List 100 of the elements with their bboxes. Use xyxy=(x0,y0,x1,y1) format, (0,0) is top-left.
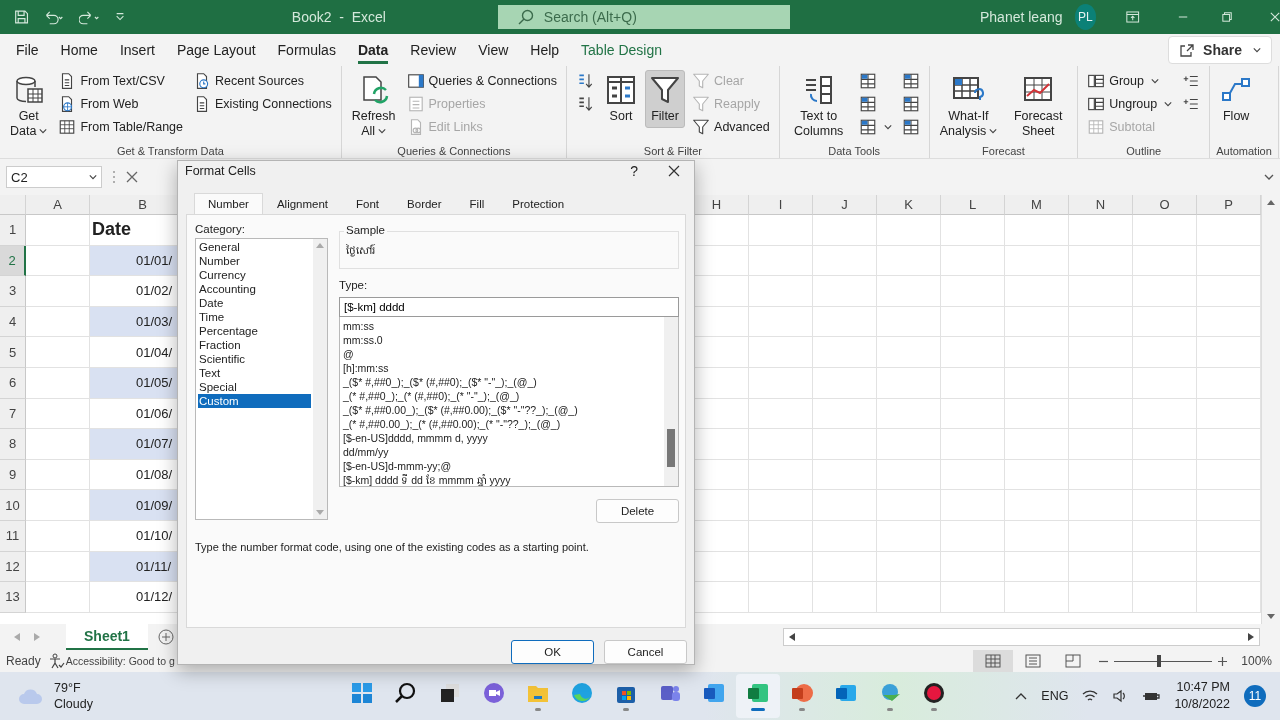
table-cell[interactable] xyxy=(1069,306,1133,338)
clock-date[interactable]: 10/8/2022 xyxy=(1174,696,1230,713)
zoom-thumb[interactable] xyxy=(1156,655,1161,667)
scroll-thumb[interactable] xyxy=(667,429,675,467)
restore-icon[interactable] xyxy=(1221,11,1232,23)
table-cell[interactable] xyxy=(1133,429,1197,460)
expand-icon[interactable] xyxy=(1264,172,1274,182)
format-item[interactable]: mm:ss.0 xyxy=(343,333,661,347)
table-cell[interactable] xyxy=(813,520,877,552)
category-list[interactable]: General Number Currency Accounting Date Time Percentage Fraction Scientific Text Special Custom xyxy=(195,238,328,520)
table-cell[interactable] xyxy=(26,215,90,246)
table-cell[interactable] xyxy=(1005,306,1069,338)
table-cell[interactable] xyxy=(1133,490,1197,521)
table-cell[interactable] xyxy=(749,429,813,460)
table-cell[interactable] xyxy=(749,520,813,552)
table-cell[interactable] xyxy=(1005,551,1069,583)
table-cell[interactable] xyxy=(1005,520,1069,552)
table-cell[interactable] xyxy=(813,490,877,521)
ribbon-button[interactable]: From Table/Range xyxy=(55,116,186,138)
table-cell[interactable] xyxy=(813,215,877,246)
ribbon-button[interactable]: Existing Connections xyxy=(190,93,335,115)
category-item[interactable]: Time xyxy=(198,310,311,324)
table-cell[interactable] xyxy=(941,306,1005,338)
table-cell[interactable] xyxy=(877,459,941,491)
format-item[interactable]: _(* #,##0.00_);_(* (#,##0.00);_(* "-"??_);_(@_) xyxy=(343,417,661,431)
ribbon-button[interactable]: Ungroup xyxy=(1084,93,1176,115)
format-item[interactable]: dd/mm/yy xyxy=(343,445,661,459)
table-cell[interactable] xyxy=(813,459,877,491)
column-header[interactable]: J xyxy=(813,195,877,215)
table-cell[interactable] xyxy=(1069,215,1133,246)
ribbon-button[interactable]: Sort xyxy=(601,70,642,128)
ribbon-button[interactable]: What-If Analysis xyxy=(935,70,1002,143)
table-cell[interactable] xyxy=(941,459,1005,491)
table-cell[interactable] xyxy=(877,398,941,430)
table-cell[interactable] xyxy=(1069,429,1133,460)
save-icon[interactable] xyxy=(14,8,30,26)
menu-tab[interactable]: Home xyxy=(50,36,108,64)
table-cell[interactable] xyxy=(1069,367,1133,399)
format-item[interactable]: _($* #,##0.00_);_($* (#,##0.00);_($* "-"??_);_(@_) xyxy=(343,403,661,417)
ribbon-button[interactable]: Group xyxy=(1084,70,1176,92)
next-sheet-icon[interactable] xyxy=(34,633,40,641)
table-cell[interactable] xyxy=(26,582,90,613)
type-field[interactable]: [$-km] dddd xyxy=(339,297,679,317)
table-cell[interactable] xyxy=(749,245,813,277)
table-cell[interactable] xyxy=(1005,367,1069,399)
name-box[interactable]: C2 xyxy=(6,166,102,188)
table-cell[interactable] xyxy=(941,490,1005,521)
table-cell[interactable] xyxy=(749,367,813,399)
category-item[interactable]: Number xyxy=(198,254,311,268)
row-header[interactable]: 5 xyxy=(0,337,26,368)
table-cell[interactable] xyxy=(877,429,941,460)
table-cell[interactable] xyxy=(1069,337,1133,368)
zoom-in-icon[interactable] xyxy=(1218,656,1228,666)
table-cell[interactable] xyxy=(941,367,1005,399)
table-cell[interactable] xyxy=(26,276,90,307)
table-cell[interactable] xyxy=(941,551,1005,583)
table-cell[interactable] xyxy=(1005,490,1069,521)
cancel-button[interactable]: Cancel xyxy=(604,640,687,664)
table-cell[interactable] xyxy=(749,551,813,583)
user-name[interactable]: Phanet leang xyxy=(979,9,1063,25)
table-cell[interactable] xyxy=(1133,276,1197,307)
menu-tab[interactable]: Page Layout xyxy=(166,36,266,64)
menu-tab[interactable]: Review xyxy=(400,36,467,64)
column-header[interactable]: N xyxy=(1069,195,1133,215)
table-cell[interactable] xyxy=(877,582,941,613)
table-cell[interactable] xyxy=(26,459,90,491)
table-cell[interactable] xyxy=(877,245,941,277)
table-cell[interactable] xyxy=(26,398,90,430)
category-item[interactable]: Special xyxy=(198,380,311,394)
table-cell[interactable] xyxy=(877,215,941,246)
table-cell[interactable] xyxy=(1133,520,1197,552)
table-cell[interactable] xyxy=(749,459,813,491)
row-header[interactable]: 11 xyxy=(0,520,26,552)
table-cell[interactable] xyxy=(1005,582,1069,613)
menu-tab[interactable]: View xyxy=(468,36,519,64)
ribbon-button[interactable]: From Web xyxy=(55,93,186,115)
table-cell[interactable] xyxy=(1005,459,1069,491)
table-cell[interactable] xyxy=(941,276,1005,307)
row-header[interactable]: 4 xyxy=(0,306,26,338)
table-cell[interactable] xyxy=(1069,245,1133,277)
table-cell[interactable] xyxy=(813,306,877,338)
ribbon-button[interactable]: Forecast Sheet xyxy=(1005,70,1072,143)
help-button[interactable]: ? xyxy=(630,163,638,179)
table-cell[interactable] xyxy=(1005,429,1069,460)
ribbon-button[interactable]: From Text/CSV xyxy=(55,70,186,92)
dialog-tab[interactable]: Border xyxy=(393,193,456,214)
table-cell[interactable] xyxy=(1069,490,1133,521)
column-header[interactable]: P xyxy=(1197,195,1261,215)
user-avatar[interactable]: PL xyxy=(1074,4,1097,30)
menu-tab[interactable]: Help xyxy=(520,36,570,64)
table-cell[interactable] xyxy=(1069,398,1133,430)
table-cell[interactable] xyxy=(877,276,941,307)
cloud-icon[interactable] xyxy=(18,687,44,705)
row-header[interactable]: 9 xyxy=(0,459,26,491)
row-header[interactable]: 8 xyxy=(0,429,26,460)
zoom-level[interactable]: 100% xyxy=(1241,654,1272,668)
table-cell[interactable] xyxy=(1005,215,1069,246)
table-cell[interactable] xyxy=(1133,306,1197,338)
row-header[interactable]: 12 xyxy=(0,551,26,583)
table-cell[interactable] xyxy=(1133,582,1197,613)
